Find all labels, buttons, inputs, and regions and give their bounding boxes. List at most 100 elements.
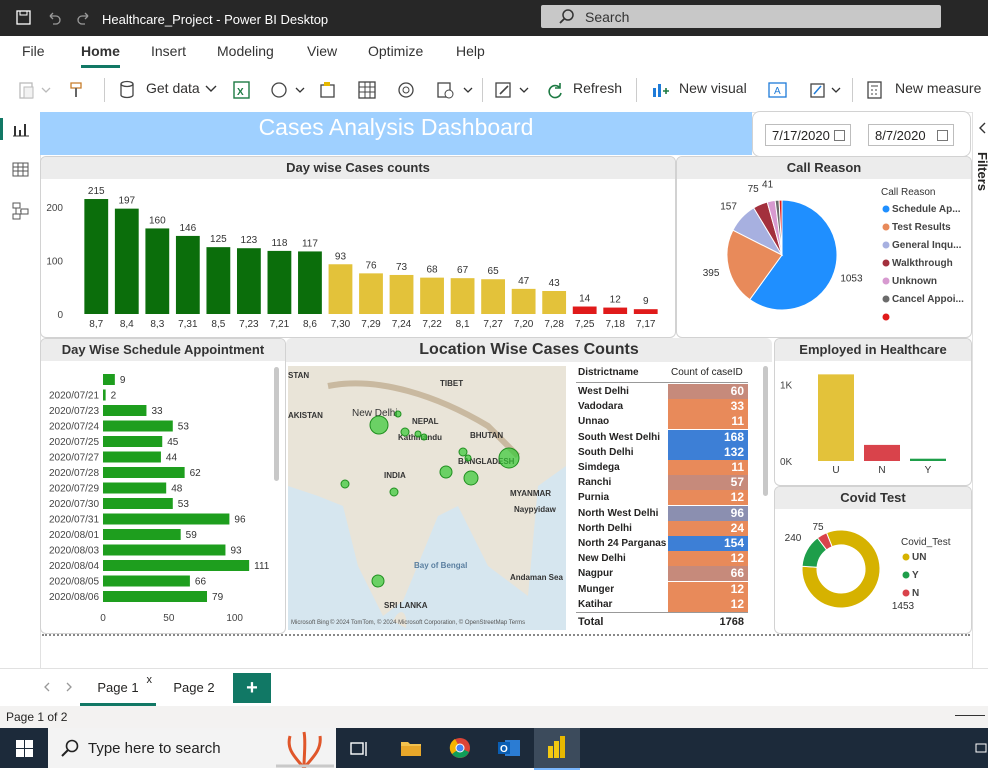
bar [103,529,181,540]
tab-page-1[interactable]: Page 1 x [80,673,156,706]
x-tick-label: 7,21 [270,319,290,330]
save-icon[interactable] [16,10,32,26]
employed-chart: 0K 1K U N Y [780,374,946,476]
y-tick-label: 2020/07/21 [49,391,99,402]
chevron-right-icon[interactable] [64,681,74,693]
view-rail [0,112,41,706]
filters-pane[interactable]: Filters [972,112,988,706]
excel-icon[interactable]: X [232,80,252,100]
report-view-icon[interactable] [12,122,30,138]
new-visual-icon[interactable] [650,80,670,100]
chevron-left-icon[interactable] [42,681,52,693]
onelake-icon[interactable] [270,80,306,100]
scrollbar[interactable] [763,366,768,496]
file-explorer-icon[interactable] [400,738,422,758]
powerbi-icon [548,736,565,758]
menu-home[interactable]: Home [81,43,120,68]
call-reason-panel[interactable]: Call Reason 1053 395 157 75 41 Call Reason Sch… [676,156,972,338]
format-painter-icon[interactable] [68,80,88,100]
table-row[interactable]: Katihar 12 [576,596,748,612]
notifications-icon[interactable] [974,742,988,754]
legend-title: Call Reason [881,187,935,198]
table-row[interactable]: Ranchi 57 [576,475,748,491]
menu-optimize[interactable]: Optimize [368,43,423,59]
case-count: 60 [668,384,748,399]
date-from-input[interactable]: 7/17/2020 [765,124,851,146]
table-row[interactable]: North West Delhi 96 [576,505,748,521]
column-header-count[interactable]: Count of caseID [671,367,743,378]
menu-insert[interactable]: Insert [151,43,186,59]
taskbar-search[interactable]: Type here to search [48,728,336,768]
schedule-appointment-panel[interactable]: Day Wise Schedule Appointment 9 2020/07/2… [40,338,286,634]
legend-marker [902,571,910,579]
legend-marker [902,589,910,597]
table-row[interactable]: Unnao 11 [576,414,748,430]
model-view-icon[interactable] [12,202,30,220]
get-data-button[interactable]: Get data [146,80,200,96]
windows-start-icon[interactable] [16,740,34,758]
calendar-icon[interactable] [937,130,948,141]
recent-sources-icon[interactable] [436,80,474,100]
calculator-icon[interactable] [866,80,884,100]
transform-data-icon[interactable] [494,80,532,100]
dataverse-icon[interactable] [396,80,416,100]
menu-help[interactable]: Help [456,43,485,59]
day-wise-cases-chart: 0 100 200 215 8,7 197 8,4 160 8,3 146 7,31 125 8,5 12… [46,186,658,330]
legend-marker [882,313,890,321]
refresh-icon[interactable] [545,80,565,100]
y-tick-label: 2020/07/23 [49,406,99,417]
sql-server-icon[interactable] [318,80,338,100]
refresh-button[interactable]: Refresh [573,80,622,96]
task-view-icon[interactable] [350,740,370,758]
table-row[interactable]: New Delhi 12 [576,551,748,567]
outlook-icon[interactable]: O [497,737,521,759]
database-icon[interactable] [118,80,138,100]
table-row[interactable]: South Delhi 132 [576,444,748,460]
redo-icon[interactable] [76,10,92,26]
chevron-down-icon[interactable] [205,84,217,94]
menu-view[interactable]: View [307,43,337,59]
close-icon[interactable]: x [147,665,153,695]
data-label: 66 [195,577,207,588]
table-row[interactable]: Munger 12 [576,581,748,597]
powerbi-taskbar-button[interactable] [534,728,580,770]
search-box[interactable]: Search [541,5,941,28]
table-row[interactable]: North Delhi 24 [576,520,748,536]
table-row[interactable]: South West Delhi 168 [576,429,748,445]
location-cases-panel[interactable]: Location Wise Cases Counts STAN AKISTAN Ne… [286,338,772,632]
table-row[interactable]: Simdega 11 [576,460,748,475]
add-page-button[interactable]: + [233,673,271,703]
zoom-slider[interactable] [955,715,985,716]
paste-icon[interactable] [18,80,52,100]
more-visuals-icon[interactable] [808,80,844,100]
table-row[interactable]: Purnia 12 [576,490,748,506]
case-count: 57 [668,475,748,491]
panel-title: Location Wise Cases Counts [286,338,772,362]
chrome-icon[interactable] [449,737,471,759]
day-wise-cases-panel[interactable]: Day wise Cases counts 0 100 200 215 8,7 197 8,… [40,156,676,338]
menu-modeling[interactable]: Modeling [217,43,274,59]
tab-page-2[interactable]: Page 2 [160,673,228,703]
text-box-icon[interactable]: A [767,80,789,100]
date-to-input[interactable]: 8/7/2020 [868,124,954,146]
x-tick-label: 7,28 [544,319,564,330]
calendar-icon[interactable] [834,130,845,141]
column-header-district[interactable]: Districtname [578,367,639,378]
map-bubble [463,470,479,486]
employed-panel[interactable]: Employed in Healthcare 0K 1K U N Y [774,338,972,486]
table-row[interactable]: West Delhi 60 [576,384,748,399]
table-row[interactable]: Vadodara 33 [576,399,748,415]
table-row[interactable]: North 24 Parganas 154 [576,536,748,551]
data-label: 79 [212,592,224,603]
undo-icon[interactable] [46,10,62,26]
menu-file[interactable]: File [22,43,45,59]
new-measure-button[interactable]: New measure [895,80,981,96]
covid-test-panel[interactable]: Covid Test 1453 240 75 Covid_Test UN Y N [774,486,972,634]
enter-data-icon[interactable] [357,80,377,100]
table-row[interactable]: Nagpur 66 [576,566,748,582]
chevron-left-icon[interactable] [977,122,987,134]
scrollbar[interactable] [274,367,279,481]
new-visual-button[interactable]: New visual [679,80,747,96]
location-map[interactable]: STANAKISTAN New DelhiNEPALKathmanduTIBETB… [288,366,566,630]
table-view-icon[interactable] [12,162,30,178]
